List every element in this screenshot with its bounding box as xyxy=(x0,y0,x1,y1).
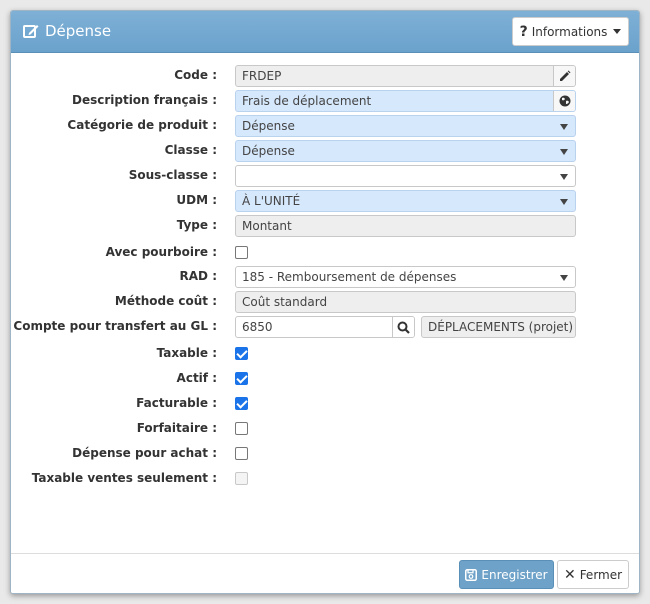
forfaitaire-label: Forfaitaire : xyxy=(136,421,217,435)
code-value: FRDEP xyxy=(242,69,282,83)
classe-select[interactable]: Dépense xyxy=(235,140,576,162)
save-button-label: Enregistrer xyxy=(481,567,548,582)
rad-label: RAD : xyxy=(179,269,217,283)
facturable-checkbox[interactable] xyxy=(235,397,248,410)
categorie-label: Catégorie de produit : xyxy=(67,118,217,132)
compte-gl-value: 6850 xyxy=(242,320,273,334)
taxable-checkbox[interactable] xyxy=(235,347,248,360)
dropdown-arrow-icon xyxy=(560,124,568,130)
dropdown-arrow-icon xyxy=(560,149,568,155)
search-icon xyxy=(397,321,410,334)
row-type: Type : Montant xyxy=(11,215,639,237)
classe-value: Dépense xyxy=(242,144,295,158)
close-button[interactable]: ✕ Fermer xyxy=(557,560,629,589)
row-code: Code : FRDEP xyxy=(11,65,639,87)
code-label: Code : xyxy=(174,68,217,82)
rad-value: 185 - Remboursement de dépenses xyxy=(242,270,457,284)
row-categorie: Catégorie de produit : Dépense xyxy=(11,115,639,137)
dropdown-arrow-icon xyxy=(560,275,568,281)
globe-icon xyxy=(559,95,570,107)
facturable-label: Facturable : xyxy=(136,396,217,410)
row-description: Description français : Frais de déplacem… xyxy=(11,90,639,112)
code-field[interactable]: FRDEP xyxy=(235,65,576,87)
informations-button[interactable]: ? Informations xyxy=(512,17,629,46)
row-rad: RAD : 185 - Remboursement de dépenses xyxy=(11,266,639,288)
description-field[interactable]: Frais de déplacement xyxy=(235,90,576,112)
forfaitaire-checkbox[interactable] xyxy=(235,422,248,435)
type-field: Montant xyxy=(235,215,576,237)
save-button[interactable]: Enregistrer xyxy=(459,560,554,589)
type-label: Type : xyxy=(176,218,217,232)
row-udm: UDM : À L'UNITÉ xyxy=(11,190,639,212)
language-button[interactable] xyxy=(553,91,575,111)
udm-label: UDM : xyxy=(176,193,217,207)
description-label: Description français : xyxy=(71,93,217,107)
informations-button-label: Informations xyxy=(531,24,608,39)
close-icon: ✕ xyxy=(563,566,576,583)
categorie-select[interactable]: Dépense xyxy=(235,115,576,137)
row-actif: Actif : xyxy=(11,368,639,390)
row-avec-pourboire: Avec pourboire : xyxy=(11,242,639,264)
udm-select[interactable]: À L'UNITÉ xyxy=(235,190,576,212)
methode-cout-label: Méthode coût : xyxy=(114,294,217,308)
sous-classe-select[interactable] xyxy=(235,165,576,187)
row-methode-cout: Méthode coût : Coût standard xyxy=(11,291,639,313)
dialog-title: Dépense xyxy=(23,22,111,40)
taxable-label: Taxable : xyxy=(156,346,217,360)
compte-gl-label: Compte pour transfert au GL : xyxy=(13,319,217,333)
type-value: Montant xyxy=(242,219,292,233)
row-depense-achat: Dépense pour achat : xyxy=(11,443,639,465)
expense-dialog: Dépense ? Informations Code : FRDEP Desc… xyxy=(10,10,640,594)
row-facturable: Facturable : xyxy=(11,393,639,415)
save-icon xyxy=(465,568,478,581)
methode-cout-field: Coût standard xyxy=(235,291,576,313)
dialog-title-text: Dépense xyxy=(45,22,112,40)
taxable-ventes-label: Taxable ventes seulement : xyxy=(31,471,217,485)
rad-select[interactable]: 185 - Remboursement de dépenses xyxy=(235,266,576,288)
actif-checkbox[interactable] xyxy=(235,372,248,385)
taxable-ventes-checkbox xyxy=(235,472,248,485)
row-sous-classe: Sous-classe : xyxy=(11,165,639,187)
dialog-footer: Enregistrer ✕ Fermer xyxy=(11,553,639,593)
classe-label: Classe : xyxy=(164,143,217,157)
dropdown-arrow-icon xyxy=(560,174,568,180)
caret-down-icon xyxy=(613,29,622,34)
depense-achat-checkbox[interactable] xyxy=(235,447,248,460)
avec-pourboire-label: Avec pourboire : xyxy=(105,245,217,259)
pencil-icon xyxy=(559,70,570,81)
dropdown-arrow-icon xyxy=(560,199,568,205)
edit-code-button[interactable] xyxy=(553,66,575,86)
sous-classe-label: Sous-classe : xyxy=(128,168,217,182)
compte-gl-description-value: DÉPLACEMENTS (projet) xyxy=(428,320,574,334)
row-classe: Classe : Dépense xyxy=(11,140,639,162)
compte-gl-input[interactable]: 6850 xyxy=(235,316,415,338)
avec-pourboire-checkbox[interactable] xyxy=(235,246,248,259)
actif-label: Actif : xyxy=(176,371,217,385)
depense-achat-label: Dépense pour achat : xyxy=(72,446,217,460)
categorie-value: Dépense xyxy=(242,119,295,133)
row-taxable-ventes: Taxable ventes seulement : xyxy=(11,468,639,490)
search-account-button[interactable] xyxy=(392,317,414,337)
methode-cout-value: Coût standard xyxy=(242,295,328,309)
close-button-label: Fermer xyxy=(579,567,623,582)
row-taxable: Taxable : xyxy=(11,343,639,365)
dialog-header: Dépense ? Informations xyxy=(11,11,639,53)
udm-value: À L'UNITÉ xyxy=(242,194,301,208)
row-forfaitaire: Forfaitaire : xyxy=(11,418,639,440)
edit-icon xyxy=(23,25,39,38)
row-compte-gl: Compte pour transfert au GL : 6850 DÉPLA… xyxy=(11,316,639,338)
question-icon: ? xyxy=(519,23,528,40)
description-value: Frais de déplacement xyxy=(242,94,372,108)
compte-gl-description: DÉPLACEMENTS (projet) xyxy=(421,316,576,338)
